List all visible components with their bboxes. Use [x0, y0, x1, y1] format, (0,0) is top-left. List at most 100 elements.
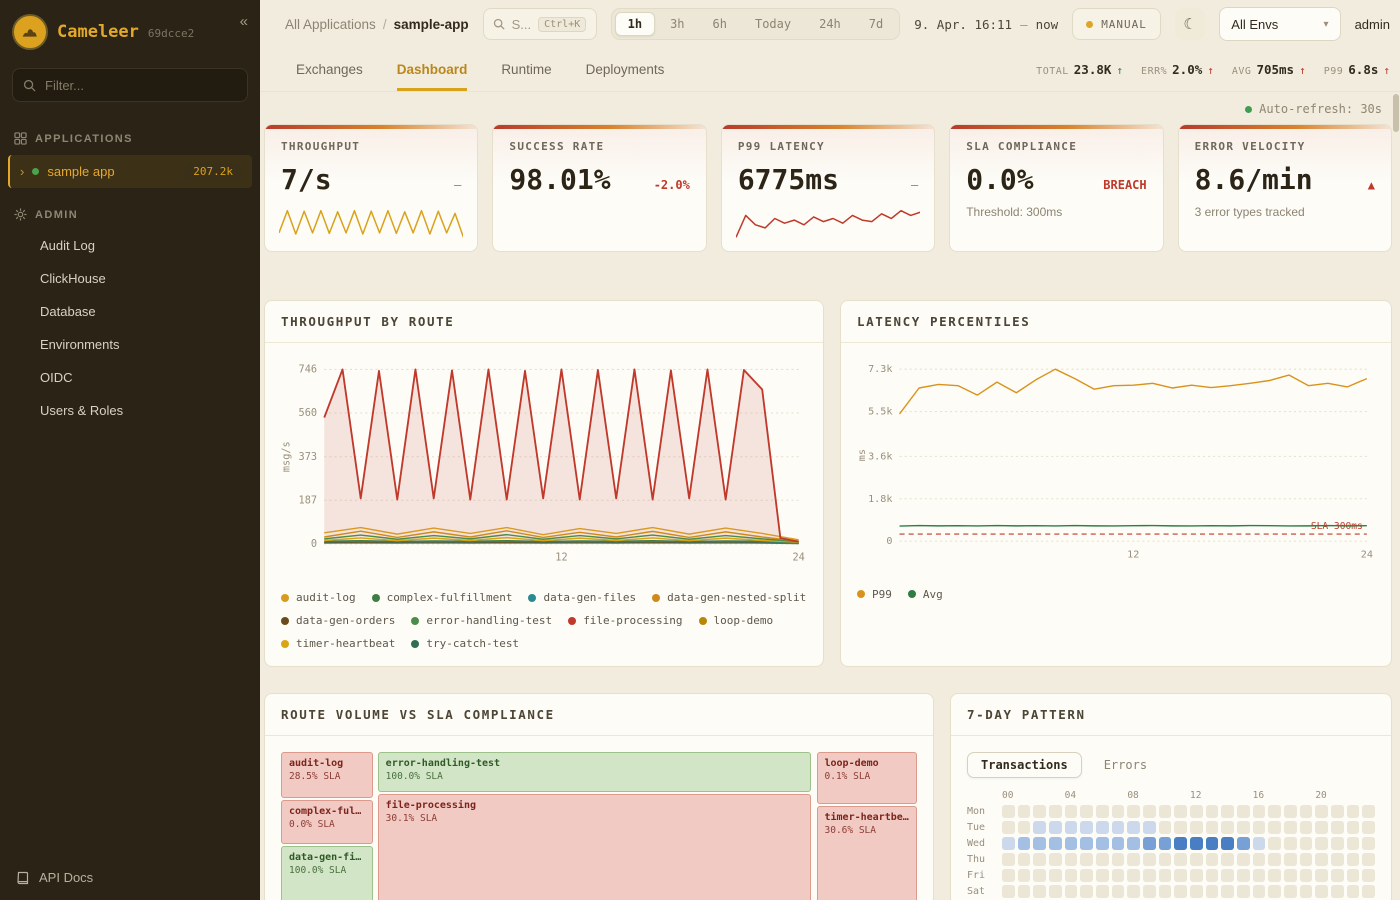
heatmap-cell[interactable]	[1002, 837, 1015, 850]
heatmap-cell[interactable]	[1096, 821, 1109, 834]
heatmap-cell[interactable]	[1018, 837, 1031, 850]
heatmap-cell[interactable]	[1347, 869, 1360, 882]
heatmap-cell[interactable]	[1127, 837, 1140, 850]
heatmap-cell[interactable]	[1300, 837, 1313, 850]
heatmap-cell[interactable]	[1080, 869, 1093, 882]
heatmap-cell[interactable]	[1112, 869, 1125, 882]
heatmap-cell[interactable]	[1221, 869, 1234, 882]
heatmap-cell[interactable]	[1065, 869, 1078, 882]
heatmap-cell[interactable]	[1253, 821, 1266, 834]
heatmap-cell[interactable]	[1080, 837, 1093, 850]
heatmap-cell[interactable]	[1018, 805, 1031, 818]
heatmap-cell[interactable]	[1018, 821, 1031, 834]
heatmap-cell[interactable]	[1347, 885, 1360, 898]
heatmap-cell[interactable]	[1112, 837, 1125, 850]
heatmap-cell[interactable]	[1096, 853, 1109, 866]
heatmap-cell[interactable]	[1237, 853, 1250, 866]
heatmap-cell[interactable]	[1237, 805, 1250, 818]
heatmap-cell[interactable]	[1002, 821, 1015, 834]
legend-item-avg[interactable]: Avg	[908, 588, 943, 601]
heatmap-cell[interactable]	[1206, 853, 1219, 866]
heatmap-cell[interactable]	[1096, 869, 1109, 882]
heatmap-cell[interactable]	[1268, 853, 1281, 866]
dark-mode-toggle[interactable]: ☾	[1175, 8, 1205, 40]
heatmap-cell[interactable]	[1112, 885, 1125, 898]
heatmap-cell[interactable]	[1221, 805, 1234, 818]
heatmap-cell[interactable]	[1190, 885, 1203, 898]
time-range-1h[interactable]: 1h	[615, 12, 655, 36]
heatmap-cell[interactable]	[1002, 853, 1015, 866]
heatmap-cell[interactable]	[1143, 821, 1156, 834]
heatmap-cell[interactable]	[1190, 853, 1203, 866]
heatmap-cell[interactable]	[1237, 885, 1250, 898]
heatmap-cell[interactable]	[1159, 837, 1172, 850]
heatmap-cell[interactable]	[1002, 869, 1015, 882]
heatmap-cell[interactable]	[1284, 853, 1297, 866]
heatmap-cell[interactable]	[1159, 885, 1172, 898]
heatmap-cell[interactable]	[1331, 805, 1344, 818]
heatmap-cell[interactable]	[1284, 837, 1297, 850]
sidebar-item-database[interactable]: Database	[0, 295, 260, 328]
heatmap-cell[interactable]	[1127, 821, 1140, 834]
heatmap-cell[interactable]	[1206, 837, 1219, 850]
sidebar-item-audit-log[interactable]: Audit Log	[0, 229, 260, 262]
heatmap-cell[interactable]	[1174, 869, 1187, 882]
heatmap-cell[interactable]	[1018, 885, 1031, 898]
heatmap-cell[interactable]	[1096, 837, 1109, 850]
date-range[interactable]: 9. Apr. 16:11 — now	[914, 17, 1058, 32]
heatmap-cell[interactable]	[1268, 885, 1281, 898]
tab-dashboard[interactable]: Dashboard	[397, 48, 468, 91]
heatmap-cell[interactable]	[1018, 869, 1031, 882]
legend-item-audit-log[interactable]: audit-log	[281, 591, 356, 604]
heatmap-cell[interactable]	[1331, 869, 1344, 882]
heatmap-cell[interactable]	[1268, 869, 1281, 882]
heatmap-tab-errors[interactable]: Errors	[1090, 752, 1161, 778]
legend-item-complex-fulfillment[interactable]: complex-fulfillment	[372, 591, 513, 604]
heatmap-cell[interactable]	[1253, 869, 1266, 882]
heatmap-cell[interactable]	[1096, 885, 1109, 898]
heatmap-cell[interactable]	[1347, 853, 1360, 866]
heatmap-cell[interactable]	[1206, 869, 1219, 882]
heatmap-cell[interactable]	[1315, 853, 1328, 866]
heatmap-cell[interactable]	[1331, 821, 1344, 834]
tab-runtime[interactable]: Runtime	[501, 48, 551, 91]
heatmap-cell[interactable]	[1206, 805, 1219, 818]
heatmap-cell[interactable]	[1143, 805, 1156, 818]
heatmap-cell[interactable]	[1080, 805, 1093, 818]
heatmap-cell[interactable]	[1268, 821, 1281, 834]
heatmap-cell[interactable]	[1033, 805, 1046, 818]
heatmap-cell[interactable]	[1065, 821, 1078, 834]
heatmap-cell[interactable]	[1049, 869, 1062, 882]
legend-item-file-processing[interactable]: file-processing	[568, 614, 682, 627]
heatmap-cell[interactable]	[1159, 821, 1172, 834]
sidebar-item-sample-app[interactable]: › sample app 207.2k	[8, 155, 252, 188]
heatmap-cell[interactable]	[1190, 805, 1203, 818]
time-range-7d[interactable]: 7d	[856, 12, 896, 36]
heatmap-cell[interactable]	[1002, 805, 1015, 818]
heatmap-cell[interactable]	[1300, 805, 1313, 818]
heatmap-cell[interactable]	[1143, 885, 1156, 898]
heatmap-cell[interactable]	[1237, 821, 1250, 834]
heatmap-cell[interactable]	[1033, 885, 1046, 898]
heatmap-cell[interactable]	[1049, 853, 1062, 866]
manual-refresh-button[interactable]: MANUAL	[1072, 8, 1161, 40]
heatmap-cell[interactable]	[1300, 853, 1313, 866]
heatmap-cell[interactable]	[1268, 837, 1281, 850]
heatmap-cell[interactable]	[1331, 837, 1344, 850]
heatmap-cell[interactable]	[1315, 805, 1328, 818]
heatmap-cell[interactable]	[1253, 805, 1266, 818]
heatmap-cell[interactable]	[1033, 821, 1046, 834]
heatmap-cell[interactable]	[1065, 837, 1078, 850]
heatmap-cell[interactable]	[1143, 853, 1156, 866]
heatmap-cell[interactable]	[1096, 805, 1109, 818]
sidebar-filter[interactable]	[12, 68, 248, 102]
heatmap-cell[interactable]	[1080, 821, 1093, 834]
legend-item-error-handling-test[interactable]: error-handling-test	[411, 614, 552, 627]
heatmap-cell[interactable]	[1315, 821, 1328, 834]
heatmap-cell[interactable]	[1347, 805, 1360, 818]
heatmap-cell[interactable]	[1002, 885, 1015, 898]
legend-item-p99[interactable]: P99	[857, 588, 892, 601]
heatmap-cell[interactable]	[1049, 821, 1062, 834]
heatmap-cell[interactable]	[1049, 885, 1062, 898]
heatmap-cell[interactable]	[1206, 885, 1219, 898]
